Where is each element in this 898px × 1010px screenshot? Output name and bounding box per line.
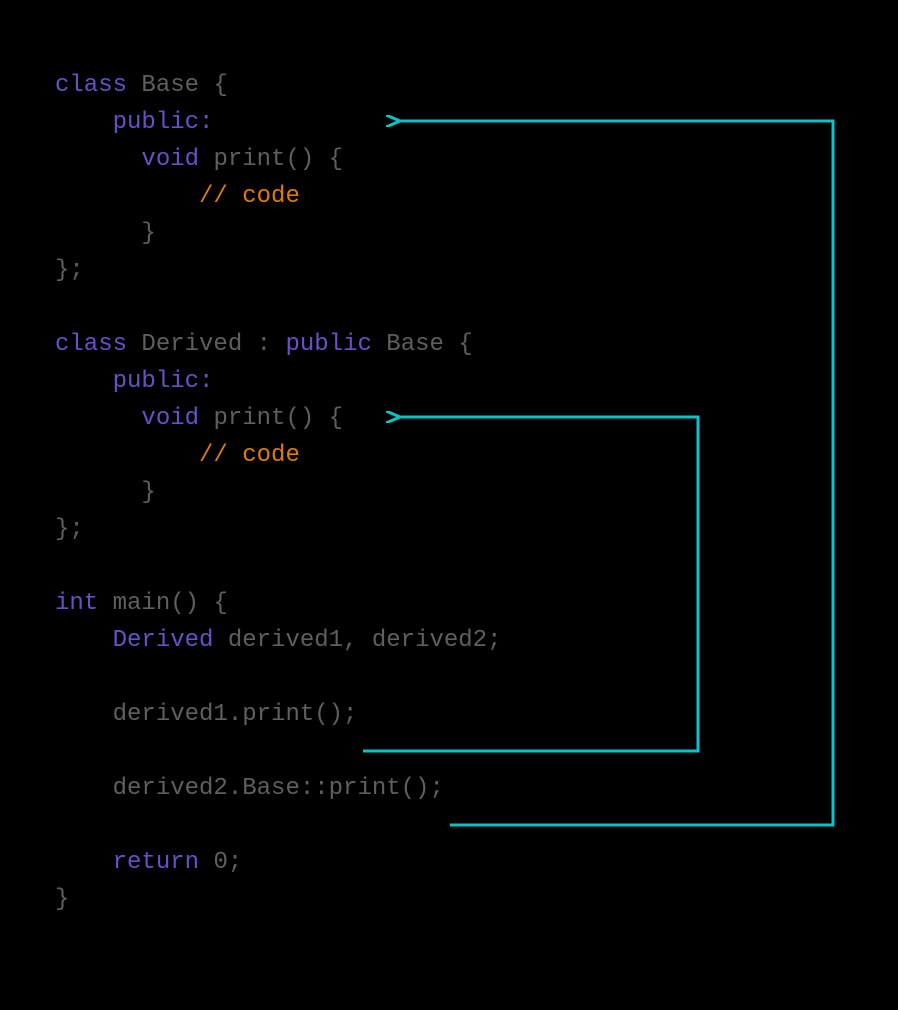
method-print-base: print() {	[213, 146, 343, 173]
colon: :	[257, 331, 271, 358]
method-print-derived: print() {	[213, 405, 343, 432]
brace-close: }	[55, 886, 69, 913]
call-derived2-base-print: derived2.Base::print();	[113, 775, 444, 802]
comment-code: // code	[199, 442, 300, 469]
brace-close-semi: };	[55, 516, 84, 543]
call-derived1-print: derived1.print();	[113, 701, 358, 728]
class-name-base: Base	[141, 72, 199, 99]
code-diagram: class Base { public: void print() { // c…	[55, 30, 898, 918]
return-value: 0;	[213, 849, 242, 876]
comment-code: // code	[199, 183, 300, 210]
brace-close-semi: };	[55, 257, 84, 284]
brace-open: {	[458, 331, 472, 358]
base-ref: Base	[386, 331, 444, 358]
brace-open: {	[213, 72, 227, 99]
keyword-void: void	[141, 405, 199, 432]
keyword-public-inherit: public	[285, 331, 371, 358]
keyword-void: void	[141, 146, 199, 173]
class-name-derived: Derived	[141, 331, 242, 358]
brace-close: }	[141, 479, 155, 506]
var-decl: derived1, derived2;	[228, 627, 502, 654]
type-derived: Derived	[113, 627, 214, 654]
main-sig: main() {	[113, 590, 228, 617]
keyword-class: class	[55, 72, 127, 99]
brace-close: }	[141, 220, 155, 247]
keyword-public: public:	[113, 109, 214, 136]
keyword-class: class	[55, 331, 127, 358]
keyword-return: return	[113, 849, 199, 876]
keyword-public: public:	[113, 368, 214, 395]
keyword-int: int	[55, 590, 98, 617]
